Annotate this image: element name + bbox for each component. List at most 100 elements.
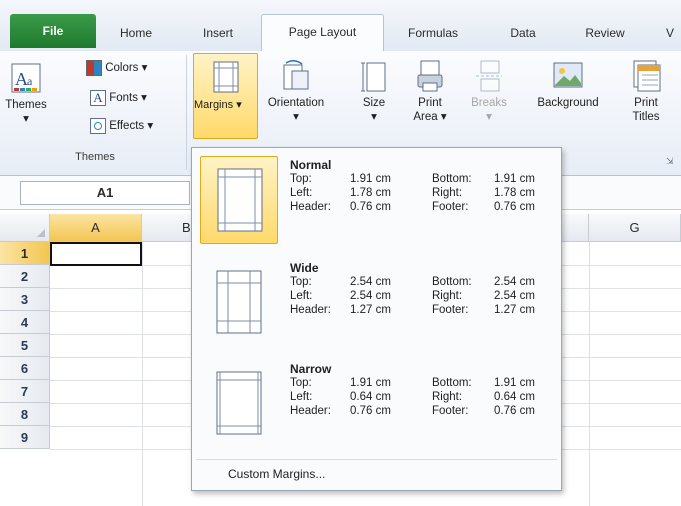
margin-option-wide[interactable]: Wide Top: 2.54 cm Bottom: 2.54 cm Left: … xyxy=(196,255,557,351)
tab-view[interactable]: V xyxy=(660,17,680,49)
margins-button[interactable]: Margins ▾ xyxy=(193,53,258,139)
row-header-7[interactable]: 7 xyxy=(0,380,50,403)
ribbon-tab-strip: File Home Insert Page Layout Formulas Da… xyxy=(0,0,681,53)
left-label: Left: xyxy=(290,391,313,403)
bottom-value: 2.54 cm xyxy=(494,276,535,288)
custom-margins-button[interactable]: Custom Margins... xyxy=(196,459,557,487)
background-button[interactable]: Background xyxy=(522,59,614,110)
left-value: 0.64 cm xyxy=(350,391,391,403)
print-area-button[interactable]: Print Area ▾ xyxy=(408,59,452,124)
bottom-label: Bottom: xyxy=(432,173,472,185)
orientation-label: Orientation xyxy=(267,97,325,109)
left-value: 1.78 cm xyxy=(350,187,391,199)
bottom-value: 1.91 cm xyxy=(494,173,535,185)
left-value: 2.54 cm xyxy=(350,290,391,302)
colors-button[interactable]: Colors ▾ xyxy=(86,57,147,79)
row-header-1[interactable]: 1 xyxy=(0,242,50,265)
tab-data[interactable]: Data xyxy=(500,17,546,49)
group-divider xyxy=(186,55,187,170)
background-icon xyxy=(553,62,583,88)
header-value: 0.76 cm xyxy=(350,405,391,417)
option-title: Normal xyxy=(290,158,332,172)
right-label: Right: xyxy=(432,391,463,403)
fonts-icon: A xyxy=(90,89,106,106)
row-header-9[interactable]: 9 xyxy=(0,426,50,449)
bottom-label: Bottom: xyxy=(432,377,472,389)
margin-option-normal[interactable]: Normal Top: 1.91 cm Bottom: 1.91 cm Left… xyxy=(196,152,557,248)
column-header-g[interactable]: G xyxy=(589,214,681,242)
header-value: 0.76 cm xyxy=(350,201,391,213)
top-label: Top: xyxy=(290,377,312,389)
margin-narrow-icon xyxy=(216,371,262,435)
top-value: 1.91 cm xyxy=(350,173,391,185)
svg-text:a: a xyxy=(27,74,33,88)
select-all-corner[interactable] xyxy=(0,214,50,242)
orientation-icon xyxy=(283,60,309,90)
row-header-4[interactable]: 4 xyxy=(0,311,50,334)
breaks-icon xyxy=(476,60,502,92)
size-button[interactable]: Size ▾ xyxy=(354,59,394,124)
gridline xyxy=(589,242,590,506)
tab-page-layout[interactable]: Page Layout xyxy=(261,14,384,53)
size-label: Size xyxy=(362,97,386,109)
themes-button[interactable]: A a Themes ▾ xyxy=(4,61,48,126)
row-header-8[interactable]: 8 xyxy=(0,403,50,426)
background-label: Background xyxy=(537,97,599,109)
effects-icon xyxy=(90,117,106,134)
print-titles-button[interactable]: Print Titles xyxy=(622,59,670,124)
corner-triangle-icon xyxy=(37,229,45,237)
right-value: 1.78 cm xyxy=(494,187,535,199)
fonts-button[interactable]: A Fonts ▾ xyxy=(90,87,147,109)
footer-value: 1.27 cm xyxy=(494,304,535,316)
chevron-down-icon: ▾ xyxy=(440,111,447,123)
row-header-2[interactable]: 2 xyxy=(0,265,50,288)
column-header-b-label: B xyxy=(182,220,191,235)
chevron-down-icon: ▾ xyxy=(141,62,148,74)
footer-value: 0.76 cm xyxy=(494,405,535,417)
print-area-label-2: Area xyxy=(413,111,438,123)
header-value: 1.27 cm xyxy=(350,304,391,316)
tab-formulas[interactable]: Formulas xyxy=(396,17,470,49)
name-box[interactable]: A1 xyxy=(20,181,190,205)
top-label: Top: xyxy=(290,276,312,288)
chevron-down-icon: ▾ xyxy=(23,113,29,125)
margin-option-narrow[interactable]: Narrow Top: 1.91 cm Bottom: 1.91 cm Left… xyxy=(196,356,557,452)
tab-review[interactable]: Review xyxy=(574,17,636,49)
narrow-thumbnail-frame xyxy=(200,360,278,448)
margin-wide-icon xyxy=(216,270,262,334)
column-header-a[interactable]: A xyxy=(50,214,142,242)
footer-label: Footer: xyxy=(432,304,469,316)
page-setup-dialog-launcher-icon[interactable]: ⇲ xyxy=(666,156,674,167)
margins-icon xyxy=(213,61,238,93)
row-header-6[interactable]: 6 xyxy=(0,357,50,380)
footer-label: Footer: xyxy=(432,201,469,213)
print-area-icon xyxy=(417,60,443,92)
margins-dropdown-menu: Normal Top: 1.91 cm Bottom: 1.91 cm Left… xyxy=(191,147,562,491)
footer-value: 0.76 cm xyxy=(494,201,535,213)
tab-home[interactable]: Home xyxy=(108,17,164,49)
normal-thumbnail-frame xyxy=(200,156,278,244)
fonts-label: Fonts xyxy=(109,92,138,104)
themes-icon: A a xyxy=(11,63,41,93)
top-label: Top: xyxy=(290,173,312,185)
right-label: Right: xyxy=(432,187,463,199)
header-label: Header: xyxy=(290,405,331,417)
breaks-button[interactable]: Breaks ▾ xyxy=(464,59,514,124)
active-cell-a1[interactable] xyxy=(50,242,142,266)
colors-label: Colors xyxy=(105,62,139,74)
row-header-5[interactable]: 5 xyxy=(0,334,50,357)
top-value: 2.54 cm xyxy=(350,276,391,288)
left-label: Left: xyxy=(290,290,313,302)
effects-button[interactable]: Effects ▾ xyxy=(90,115,153,137)
bottom-label: Bottom: xyxy=(432,276,472,288)
chevron-down-icon: ▾ xyxy=(486,111,492,123)
option-title: Wide xyxy=(290,261,319,275)
margin-normal-icon xyxy=(217,168,263,232)
row-header-3[interactable]: 3 xyxy=(0,288,50,311)
orientation-button[interactable]: Orientation ▾ xyxy=(258,59,334,124)
tab-insert[interactable]: Insert xyxy=(190,17,246,49)
themes-label: Themes xyxy=(5,99,47,111)
chevron-down-icon: ▾ xyxy=(141,92,147,104)
tab-file[interactable]: File xyxy=(10,14,96,48)
print-titles-icon xyxy=(633,60,661,92)
